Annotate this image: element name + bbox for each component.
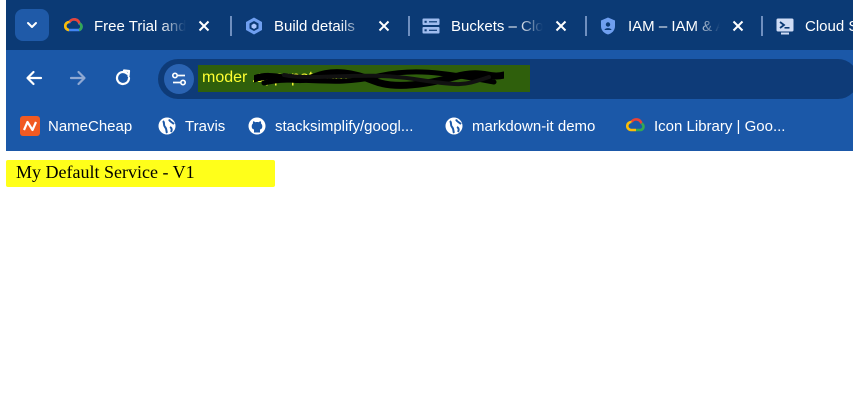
chevron-down-icon (27, 22, 37, 28)
bookmark-label: stacksimplify/googl... (275, 117, 414, 135)
bookmark-stacksimplify[interactable]: stacksimplify/googl... (247, 115, 413, 137)
bookmarks-bar: NameCheap Travis stacksimplify/googl... (6, 107, 853, 151)
bookmark-label: NameCheap (48, 117, 133, 135)
address-bar[interactable]: moder .appspot.com (158, 59, 853, 99)
bookmark-label: Icon Library | Goo... (654, 117, 786, 135)
browser-chrome: Free Trial and Free Tier Services Build … (6, 0, 853, 151)
close-icon[interactable] (376, 18, 392, 34)
globe-icon (444, 116, 464, 136)
tab-title: IAM – IAM & Admin (628, 17, 720, 35)
reload-button[interactable] (109, 64, 137, 92)
close-icon[interactable] (196, 18, 212, 34)
globe-icon (157, 116, 177, 136)
tab-title: Free Trial and Free Tier Services (94, 17, 186, 35)
tab-cloud-shell[interactable]: Cloud Shell (775, 8, 853, 44)
tab-iam[interactable]: IAM – IAM & Admin (598, 8, 746, 44)
github-icon (247, 116, 267, 136)
tab-title: Buckets – Cloud Storage (451, 17, 543, 35)
redaction-scribble (254, 69, 504, 89)
browser-toolbar: moder .appspot.com (6, 50, 853, 107)
google-cloud-icon (626, 116, 646, 136)
arrow-right-icon (69, 70, 86, 86)
tab-separator (585, 16, 587, 36)
tune-icon (171, 72, 187, 86)
tab-free-trial[interactable]: Free Trial and Free Tier Services (64, 8, 212, 44)
tab-build-details[interactable]: Build details (244, 8, 392, 44)
tab-separator (761, 16, 763, 36)
site-info-button[interactable] (164, 64, 194, 94)
bookmark-label: Travis (185, 117, 226, 135)
namecheap-icon (20, 116, 40, 136)
google-cloud-icon (64, 16, 84, 36)
page-heading: My Default Service - V1 (16, 162, 195, 182)
cloud-build-icon (244, 16, 264, 36)
tab-separator (408, 16, 410, 36)
tab-separator (230, 16, 232, 36)
close-icon[interactable] (553, 18, 569, 34)
forward-button[interactable] (64, 64, 92, 92)
bookmark-icon-library[interactable]: Icon Library | Goo... (626, 115, 785, 137)
arrow-left-icon (26, 70, 43, 86)
back-button[interactable] (20, 64, 48, 92)
tab-title: Cloud Shell (805, 17, 853, 35)
tab-search-button[interactable] (15, 9, 49, 41)
bookmark-label: markdown-it demo (472, 117, 596, 135)
bookmark-markdown-it[interactable]: markdown-it demo (444, 115, 595, 137)
reload-icon (115, 69, 131, 86)
close-icon[interactable] (730, 18, 746, 34)
cloud-shell-icon (775, 16, 795, 36)
tab-strip: Free Trial and Free Tier Services Build … (6, 0, 853, 50)
tab-buckets[interactable]: Buckets – Cloud Storage (421, 8, 569, 44)
bookmark-namecheap[interactable]: NameCheap (20, 115, 132, 137)
bookmark-travis[interactable]: Travis (157, 115, 225, 137)
tab-title: Build details (274, 17, 355, 35)
buckets-icon (421, 16, 441, 36)
iam-shield-icon (598, 16, 618, 36)
